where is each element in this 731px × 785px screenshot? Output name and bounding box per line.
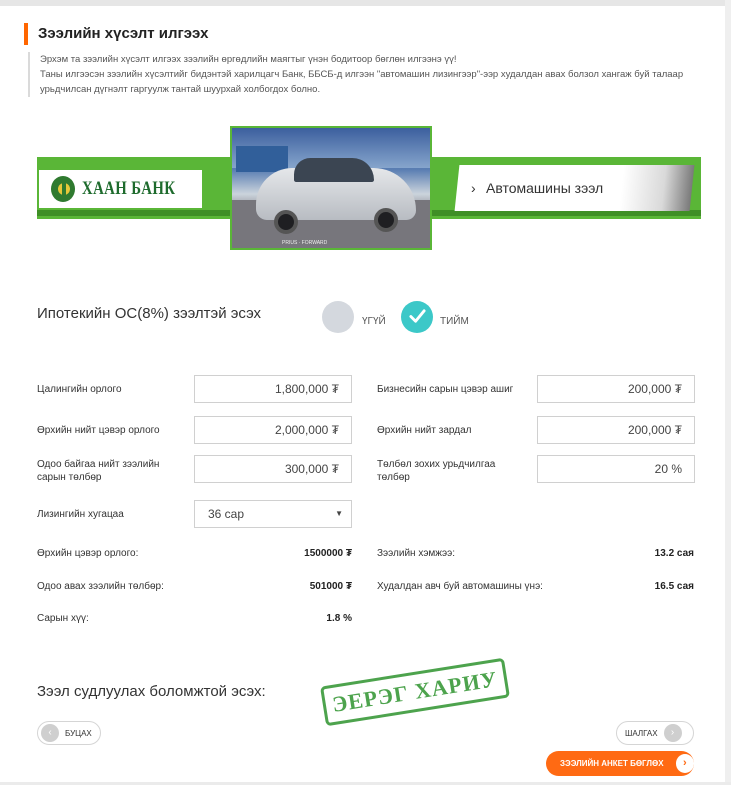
down-payment-input[interactable]: 20 % — [537, 455, 695, 483]
business-profit-label: Бизнесийн сарын цэвэр ашиг — [377, 384, 514, 395]
photo-watermark: PRIUS · FORWARD — [282, 240, 328, 246]
right-border — [725, 0, 731, 785]
business-profit-input[interactable]: 200,000 ₮ — [537, 375, 695, 403]
new-payment-label: Одоо авах зээлийн төлбөр: — [37, 581, 164, 592]
salary-income-input[interactable]: 1,800,000 ₮ — [194, 375, 352, 403]
intro-text: Эрхэм та зээлийн хүсэлт илгээх зээлийн ө… — [28, 52, 698, 97]
radio-yes-label[interactable]: ТИЙМ — [440, 316, 469, 327]
chevron-left-icon: ‹ — [41, 724, 59, 742]
dropdown-arrow-icon: ▼ — [335, 509, 343, 518]
net-income-value: 1500000 ₮ — [304, 548, 352, 559]
top-border — [0, 0, 731, 6]
monthly-rate-value: 1.8 % — [326, 613, 352, 624]
intro-line-2: Таны илгээсэн зээлийн хүсэлтийг бидэнтэй… — [40, 69, 684, 80]
car-price-value: 16.5 сая — [654, 581, 694, 592]
check-button[interactable]: ШАЛГАХ › — [616, 721, 694, 745]
lease-term-select[interactable]: 36 сар ▼ — [194, 500, 352, 528]
bank-logo-icon — [51, 176, 76, 202]
monthly-rate-label: Сарын хүү: — [37, 613, 89, 624]
fill-application-button[interactable]: ЗЭЭЛИЙН АНКЕТ БӨГЛӨХ › — [546, 751, 694, 776]
lease-term-label: Лизингийн хугацаа — [37, 509, 124, 520]
bank-logo-box: ХААН БАНК — [39, 170, 202, 208]
page-title: Зээлийн хүсэлт илгээх — [24, 23, 208, 45]
mortgage-question-label: Ипотекийн ОС(8%) зээлтэй эсэх — [37, 305, 262, 322]
loan-banner: ХААН БАНК PRIUS · FORWARD › Автомашины з… — [37, 126, 701, 250]
chevron-right-icon: › — [663, 724, 682, 742]
intro-line-3: урьдчилсан дүгнэлт гаргуулж тантай шуурх… — [40, 84, 321, 95]
check-icon — [409, 309, 426, 323]
loan-amount-value: 13.2 сая — [654, 548, 694, 559]
research-question-label: Зээл судлуулах боломжтой эсэх: — [37, 683, 266, 700]
fill-application-label: ЗЭЭЛИЙН АНКЕТ БӨГЛӨХ — [560, 759, 664, 768]
check-button-label: ШАЛГАХ — [625, 728, 658, 738]
chevron-right-icon: › — [471, 180, 476, 196]
current-payment-input[interactable]: 300,000 ₮ — [194, 455, 352, 483]
radio-no-label[interactable]: ҮГҮЙ — [362, 316, 386, 327]
lease-term-value: 36 сар — [208, 507, 245, 521]
chevron-right-icon: › — [675, 754, 694, 773]
radio-no[interactable] — [322, 301, 354, 333]
loan-type-label: Автомашины зээл — [485, 180, 603, 196]
intro-line-1: Эрхэм та зээлийн хүсэлт илгээх зээлийн ө… — [40, 54, 457, 65]
net-income-label: Өрхийн цэвэр орлого: — [37, 548, 139, 559]
household-income-label: Өрхийн нийт цэвэр орлого — [37, 425, 160, 436]
back-button-label: БУЦАХ — [65, 728, 92, 738]
salary-income-label: Цалингийн орлого — [37, 384, 122, 395]
positive-answer-stamp: ЭЕРЭГ ХАРИУ — [320, 657, 510, 727]
radio-yes[interactable] — [401, 301, 433, 333]
household-expense-input[interactable]: 200,000 ₮ — [537, 416, 695, 444]
current-payment-label: Одоо байгаа нийт зээлийн сарын төлбөр — [37, 459, 160, 483]
car-price-label: Худалдан авч буй автомашины үнэ: — [377, 581, 543, 592]
back-button[interactable]: ‹ БУЦАХ — [37, 721, 101, 745]
household-income-input[interactable]: 2,000,000 ₮ — [194, 416, 352, 444]
car-photo: PRIUS · FORWARD — [230, 126, 432, 250]
loan-type-box[interactable]: › Автомашины зээл — [454, 165, 695, 211]
household-expense-label: Өрхийн нийт зардал — [377, 425, 472, 436]
new-payment-value: 501000 ₮ — [309, 581, 352, 592]
loan-amount-label: Зээлийн хэмжээ: — [377, 548, 455, 559]
down-payment-label: Төлбөл зохих урьдчилгаа төлбөр — [377, 459, 496, 483]
bank-name: ХААН БАНК — [82, 178, 176, 199]
